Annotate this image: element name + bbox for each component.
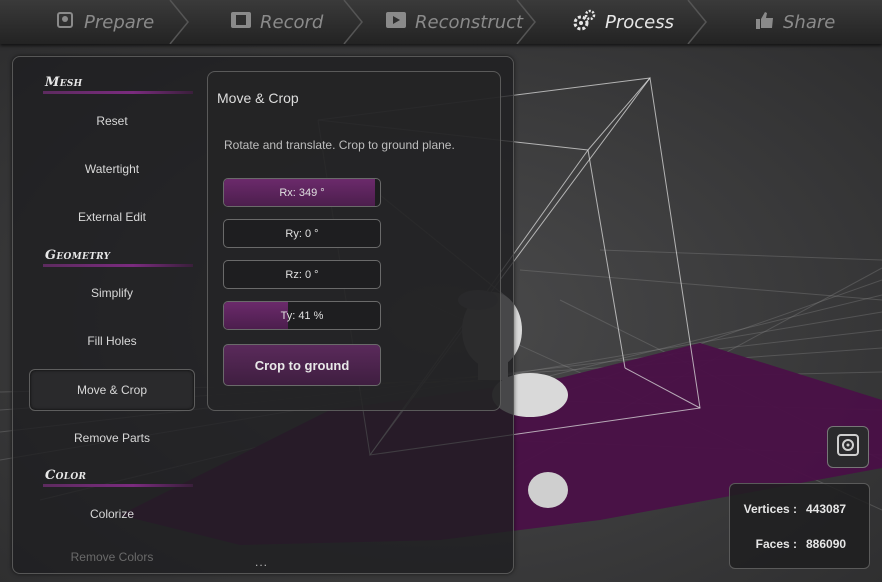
step-share-label: Share (783, 11, 836, 33)
workflow-step-bar: Prepare Record Reconstruct Process Share (0, 0, 882, 44)
more-indicator[interactable]: ... (255, 555, 268, 569)
vertices-count: 443087 (806, 502, 847, 516)
translation-y-slider[interactable]: Ty: 41 % (223, 301, 381, 330)
section-divider (43, 264, 193, 267)
tool-fill-holes[interactable]: Fill Holes (29, 321, 195, 361)
step-prepare-label: Prepare (84, 11, 155, 33)
move-crop-subpanel: Move & Crop Rotate and translate. Crop t… (207, 71, 501, 411)
faces-label: Faces : (755, 537, 797, 551)
step-reconstruct[interactable]: Reconstruct (385, 0, 525, 44)
tool-watertight[interactable]: Watertight (29, 149, 195, 189)
gears-icon (573, 9, 597, 36)
step-share[interactable]: Share (755, 0, 865, 44)
step-reconstruct-label: Reconstruct (415, 11, 524, 33)
film-frame-icon (385, 10, 407, 35)
tool-reset[interactable]: Reset (29, 101, 195, 141)
slider-label: Ty: 41 % (280, 309, 324, 322)
slider-label: Rx: 349 ° (279, 186, 325, 199)
section-divider (43, 91, 193, 94)
step-record[interactable]: Record (230, 0, 350, 44)
slider-label: Ry: 0 ° (285, 227, 319, 240)
rotation-x-slider[interactable]: Rx: 349 ° (223, 178, 381, 207)
step-process-label: Process (605, 11, 674, 33)
tool-remove-colors[interactable]: Remove Colors (29, 542, 195, 572)
mesh-stats-panel: Vertices : 443087 Faces : 886090 (729, 483, 870, 569)
prepare-icon (56, 10, 76, 35)
vertices-label: Vertices : (743, 502, 797, 516)
subpanel-title: Move & Crop (217, 90, 299, 106)
view-mode-button[interactable] (827, 426, 869, 468)
rotation-y-slider[interactable]: Ry: 0 ° (223, 219, 381, 248)
tool-external-edit[interactable]: External Edit (29, 197, 195, 237)
faces-count: 886090 (806, 537, 847, 551)
tool-colorize[interactable]: Colorize (29, 494, 195, 534)
tool-remove-parts[interactable]: Remove Parts (29, 418, 195, 458)
tool-move-crop[interactable]: Move & Crop (29, 369, 195, 411)
subpanel-description: Rotate and translate. Crop to ground pla… (224, 138, 455, 152)
step-prepare[interactable]: Prepare (56, 0, 176, 44)
step-record-label: Record (260, 11, 324, 33)
section-title-geometry: Geometry (45, 248, 111, 263)
tool-simplify[interactable]: Simplify (29, 273, 195, 313)
slider-label: Rz: 0 ° (285, 268, 319, 281)
rotation-z-slider[interactable]: Rz: 0 ° (223, 260, 381, 289)
section-title-mesh: Mesh (45, 75, 83, 90)
thumbs-up-icon (755, 10, 775, 35)
step-process[interactable]: Process (573, 0, 693, 44)
crop-to-ground-button[interactable]: Crop to ground (223, 344, 381, 386)
section-title-color: Color (45, 468, 87, 483)
camera-lens-icon (837, 433, 859, 461)
film-icon (230, 10, 252, 35)
section-divider (43, 484, 193, 487)
process-tools-panel: Mesh Reset Watertight External Edit Geom… (12, 56, 514, 574)
